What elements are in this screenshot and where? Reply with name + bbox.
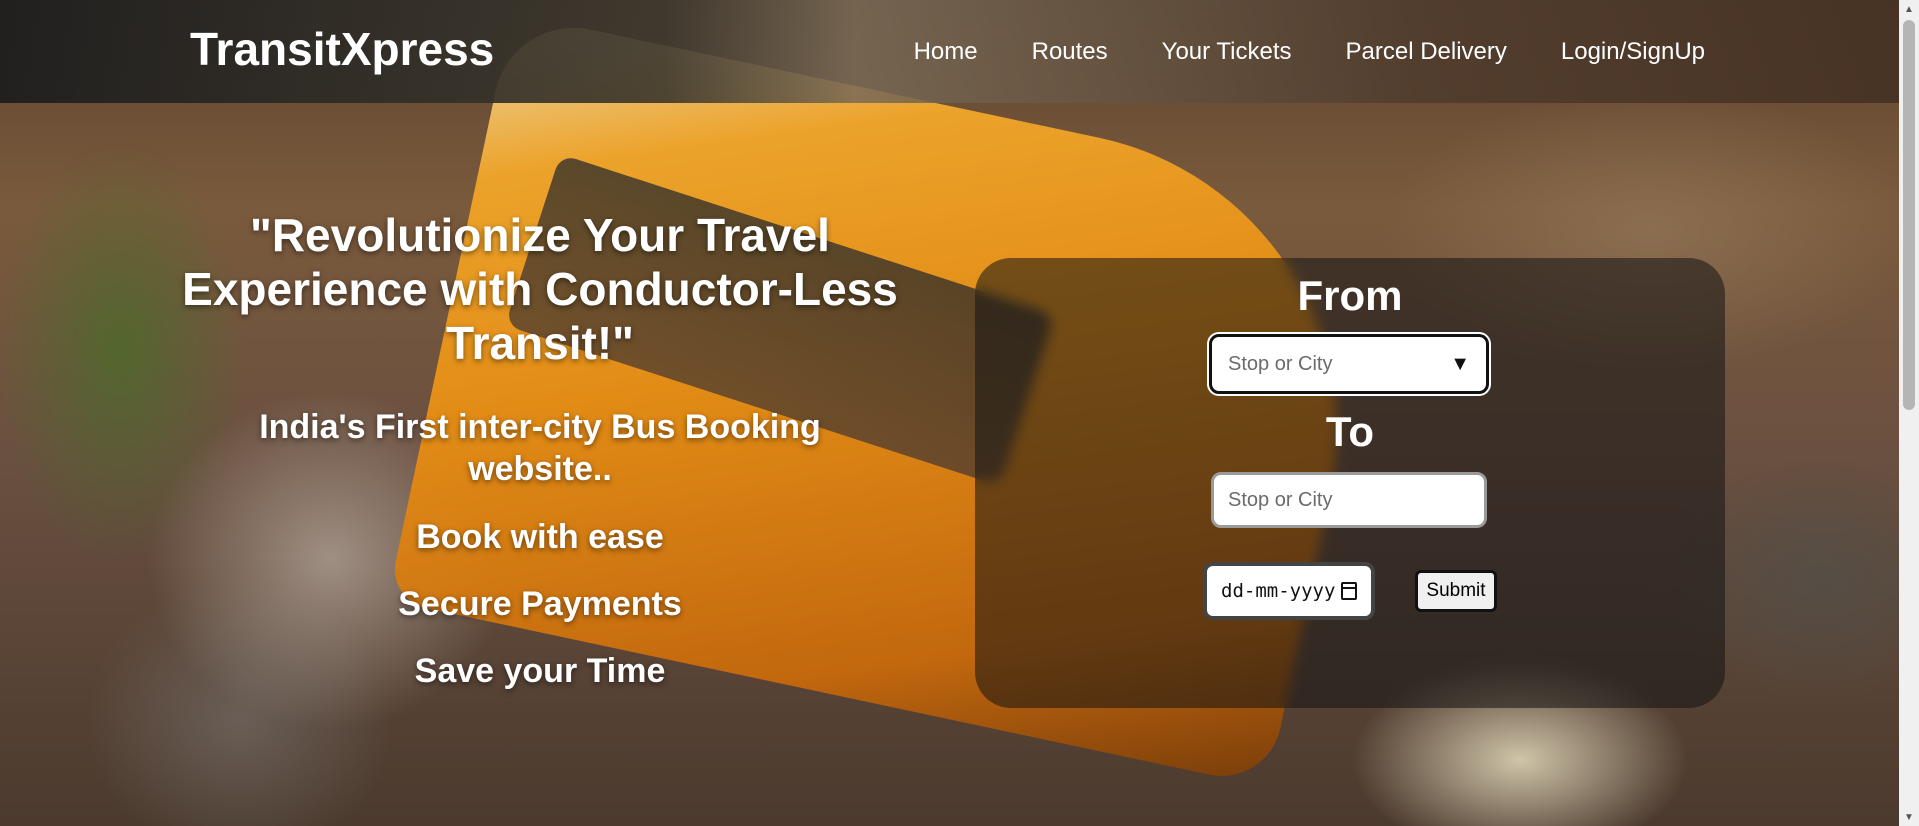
nav-your-tickets[interactable]: Your Tickets bbox=[1162, 38, 1292, 66]
submit-button[interactable]: Submit bbox=[1415, 570, 1497, 612]
nav-login-signup[interactable]: Login/SignUp bbox=[1561, 38, 1705, 66]
from-select-value: Stop or City bbox=[1228, 352, 1333, 375]
feature-book-with-ease: Book with ease bbox=[416, 518, 664, 556]
to-label: To bbox=[1325, 408, 1375, 455]
to-input[interactable] bbox=[1211, 472, 1487, 528]
booking-panel: From Stop or City ▼ To dd-mm-yyyy Submit bbox=[975, 258, 1725, 708]
main-nav: Home Routes Your Tickets Parcel Delivery… bbox=[914, 38, 1705, 66]
scrollbar-thumb[interactable] bbox=[1903, 20, 1915, 410]
nav-parcel-delivery[interactable]: Parcel Delivery bbox=[1346, 38, 1507, 66]
hero-text: "Revolutionize Your Travel Experience wi… bbox=[160, 208, 920, 691]
from-label: From bbox=[1297, 272, 1403, 319]
feature-secure-payments: Secure Payments bbox=[398, 585, 682, 623]
hero-subheadline: India's First inter-city Bus Booking web… bbox=[259, 408, 821, 488]
vertical-scrollbar[interactable]: ▲ ▼ bbox=[1899, 0, 1919, 826]
nav-home[interactable]: Home bbox=[914, 38, 978, 66]
feature-save-your-time: Save your Time bbox=[414, 652, 666, 690]
scroll-down-arrow-icon[interactable]: ▼ bbox=[1899, 808, 1919, 826]
brand-logo[interactable]: TransitXpress bbox=[190, 22, 494, 76]
date-input[interactable]: dd-mm-yyyy bbox=[1203, 562, 1375, 620]
nav-routes[interactable]: Routes bbox=[1032, 38, 1108, 66]
calendar-icon[interactable] bbox=[1341, 582, 1357, 600]
top-navbar: TransitXpress Home Routes Your Tickets P… bbox=[0, 0, 1899, 103]
hero-headline: "Revolutionize Your Travel Experience wi… bbox=[182, 209, 898, 369]
date-input-placeholder: dd-mm-yyyy bbox=[1221, 580, 1336, 602]
chevron-down-icon: ▼ bbox=[1450, 352, 1470, 375]
scroll-up-arrow-icon[interactable]: ▲ bbox=[1899, 0, 1919, 18]
from-select[interactable]: Stop or City ▼ bbox=[1209, 334, 1489, 394]
